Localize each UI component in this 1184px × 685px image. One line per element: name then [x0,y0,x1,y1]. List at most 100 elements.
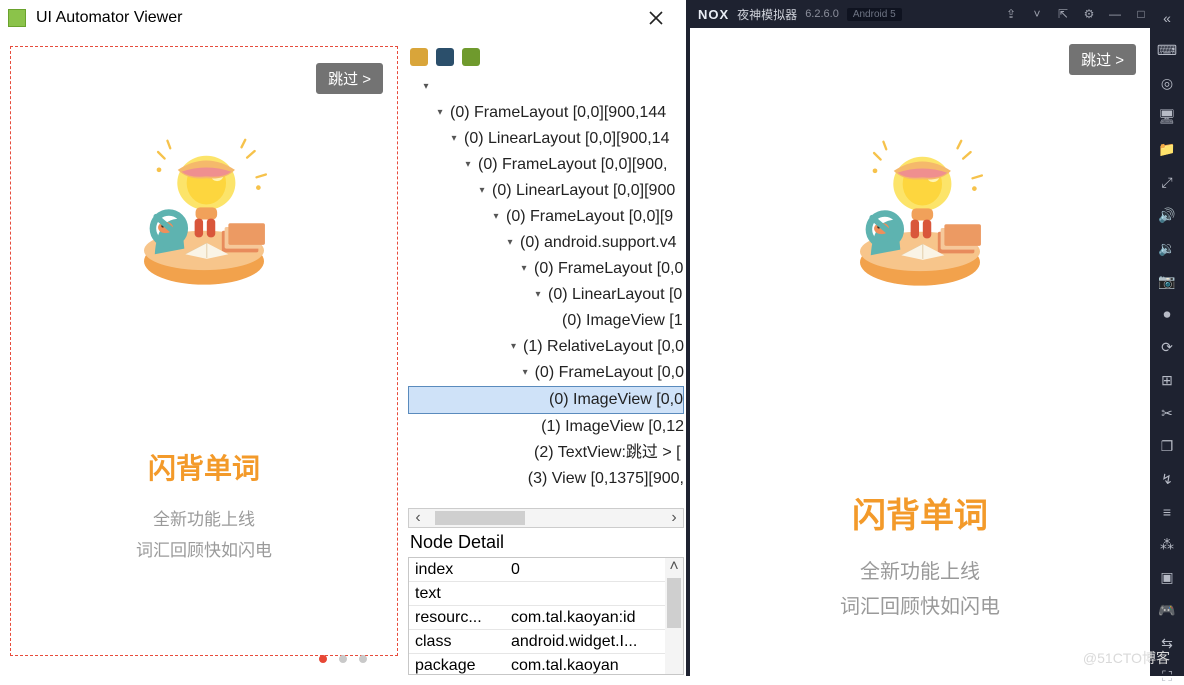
detail-key: class [409,631,505,653]
tree-node[interactable]: ▾(0) FrameLayout [0,0][900,144 [408,100,684,126]
skip-button[interactable]: 跳过 > [316,63,383,94]
apk-install-icon[interactable]: ⊞ [1157,372,1177,389]
page-dot[interactable] [319,655,327,663]
nox-logo: NOX [698,7,729,22]
nox-version: 6.2.6.0 [805,8,839,20]
toolbar-icon[interactable] [410,48,428,66]
uiav-window: UI Automator Viewer 跳过 > 闪背单词 全新功能上线 词汇回… [0,0,686,676]
skip-button[interactable]: 跳过 > [1069,44,1136,75]
vertical-scrollbar[interactable]: ˄ [665,558,683,674]
nox-sidebar: « ⌨ ◎ 🖥 📁 ⤢ 🔊 🔉 📷 ⏺ ⟳ ⊞ ✂ ❐ ↯ ≡ ⁂ ▣ 🎮 ⇆ … [1150,0,1184,676]
pin-icon[interactable]: ⇪ [1002,5,1020,23]
splash-sub1: 全新功能上线 [690,555,1150,584]
tree-node[interactable]: ▾(0) FrameLayout [0,0][9 [408,204,684,230]
nox-titlebar: NOX 夜神模拟器 6.2.6.0 Android 5 ⇪ ˅ ⇱ ⚙ — □ … [690,0,1184,28]
detail-row[interactable]: packagecom.tal.kaoyan [409,654,683,675]
window-close-button[interactable] [634,1,678,35]
scissors-icon[interactable]: ✂ [1157,405,1177,422]
tree-node[interactable]: (3) View [0,1375][900, [408,466,684,492]
scroll-thumb[interactable] [435,511,525,525]
shake-icon[interactable]: ↯ [1157,471,1177,488]
tree-node[interactable]: (0) ImageView [0,0 [408,386,684,414]
volume-up-icon[interactable]: 🔊 [1157,207,1177,224]
more-icon[interactable]: ≡ [1157,504,1177,520]
scroll-left-icon[interactable]: ‹ [409,509,427,527]
volume-down-icon[interactable]: 🔉 [1157,240,1177,257]
app-splash: 跳过 > 闪背单词 全新功能上线 词汇回顾快如闪电 [690,28,1150,676]
toolbar-icon[interactable] [462,48,480,66]
chevron-down-icon[interactable]: ˅ [1028,5,1046,23]
folder-icon[interactable]: 📁 [1157,141,1177,158]
app-splash-preview: 跳过 > 闪背单词 全新功能上线 词汇回顾快如闪电 [11,47,397,655]
window-title: UI Automator Viewer [36,9,182,27]
hierarchy-pane: ▾▾(0) FrameLayout [0,0][900,144▾(0) Line… [408,46,684,676]
detail-value: 0 [505,559,683,581]
ui-hierarchy-tree[interactable]: ▾▾(0) FrameLayout [0,0][900,144▾(0) Line… [408,68,684,508]
tree-node[interactable]: (2) TextView:跳过 > [ [408,440,684,466]
detail-key: text [409,583,505,605]
detail-key: package [409,655,505,676]
keyboard-icon[interactable]: ⌨ [1157,42,1177,59]
gear-icon[interactable]: ⚙ [1080,5,1098,23]
fullscreen-icon[interactable]: ⤢ [1157,174,1177,191]
tree-toolbar [408,46,684,68]
record-icon[interactable]: ▣ [1157,569,1177,586]
tree-node[interactable]: (1) ImageView [0,12 [408,414,684,440]
detail-row[interactable]: index0 [409,558,683,582]
detail-value [505,592,683,596]
detail-row[interactable]: resourc...com.tal.kaoyan:id [409,606,683,630]
toolbar-icon[interactable] [436,48,454,66]
splash-sub1: 全新功能上线 [11,505,397,530]
emulator-screen[interactable]: 跳过 > 闪背单词 全新功能上线 词汇回顾快如闪电 [690,28,1150,676]
minimize-button[interactable]: — [1106,5,1124,23]
tree-node[interactable]: ▾(0) FrameLayout [0,0 [408,360,684,386]
lightbulb-illustration-icon [74,137,334,287]
tree-node[interactable]: ▾(0) LinearLayout [0,0][900 [408,178,684,204]
watermark: @51CTO博客 [1083,648,1170,668]
close-icon [648,10,664,26]
rotate-icon[interactable]: ⟳ [1157,339,1177,356]
horizontal-scrollbar[interactable]: ‹ › [408,508,684,528]
tree-node[interactable]: ▾(0) LinearLayout [0 [408,282,684,308]
maximize-button[interactable]: □ [1132,5,1150,23]
tree-node[interactable]: ▾(0) FrameLayout [0,0 [408,256,684,282]
page-dot[interactable] [339,655,347,663]
splash-sub2: 词汇回顾快如闪电 [11,536,397,561]
nox-name: 夜神模拟器 [737,6,797,23]
scroll-up-icon[interactable]: ˄ [669,558,678,576]
video-record-icon[interactable]: ⏺ [1157,306,1177,323]
location-icon[interactable]: ◎ [1157,75,1177,92]
scroll-right-icon[interactable]: › [665,509,683,527]
menu-icon[interactable]: « [1157,10,1177,26]
detail-row[interactable]: text [409,582,683,606]
my-computer-icon[interactable]: 🖥 [1157,108,1177,125]
detail-row[interactable]: classandroid.widget.I... [409,630,683,654]
uiav-titlebar: UI Automator Viewer [0,0,686,36]
nox-emulator-window: NOX 夜神模拟器 6.2.6.0 Android 5 ⇪ ˅ ⇱ ⚙ — □ … [690,0,1184,676]
splash-sub2: 词汇回顾快如闪电 [690,590,1150,619]
tree-node[interactable]: ▾(0) FrameLayout [0,0][900, [408,152,684,178]
scroll-thumb[interactable] [667,578,681,628]
tree-node[interactable]: ▾ [408,74,684,100]
page-dot[interactable] [359,655,367,663]
expand-icon[interactable]: ⛶ [1157,668,1177,685]
device-screenshot-pane[interactable]: 跳过 > 闪背单词 全新功能上线 词汇回顾快如闪电 [10,46,398,656]
loading-icon[interactable]: ⁂ [1157,536,1177,553]
detail-key: index [409,559,505,581]
node-detail-table: ˄ index0textresourc...com.tal.kaoyan:idc… [408,557,684,675]
tree-node[interactable]: ▾(1) RelativeLayout [0,0 [408,334,684,360]
lightbulb-illustration-icon [760,138,1080,288]
detail-key: resourc... [409,607,505,629]
tree-node[interactable]: ▾(0) LinearLayout [0,0][900,14 [408,126,684,152]
multi-instance-icon[interactable]: ❐ [1157,438,1177,455]
node-detail-title: Node Detail [408,528,684,557]
share-icon[interactable]: ⇱ [1054,5,1072,23]
splash-title: 闪背单词 [11,447,397,487]
tree-node[interactable]: (0) ImageView [1 [408,308,684,334]
splash-title: 闪背单词 [690,488,1150,537]
detail-value: com.tal.kaoyan:id [505,607,683,629]
screenshot-icon[interactable]: 📷 [1157,273,1177,290]
tree-node[interactable]: ▾(0) android.support.v4 [408,230,684,256]
controller-icon[interactable]: 🎮 [1157,602,1177,619]
app-favicon-icon [8,9,26,27]
